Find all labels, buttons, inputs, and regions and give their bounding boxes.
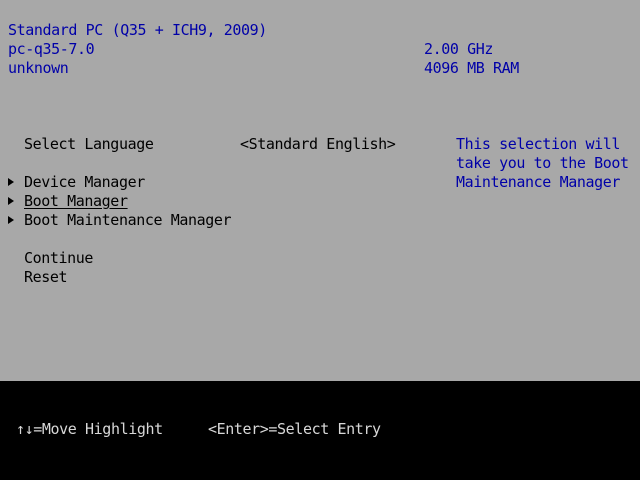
language-selector[interactable]: <Standard English> — [240, 135, 396, 154]
menu-item-label: Device Manager — [24, 173, 145, 191]
submenu-arrow-icon — [8, 216, 14, 224]
menu-item-label: Boot Maintenance Manager — [24, 211, 232, 229]
machine-type: pc-q35-7.0 — [8, 40, 95, 58]
reset-option[interactable]: Reset — [24, 268, 68, 287]
memory-size: 4096 MB RAM — [424, 59, 519, 77]
cpu-speed: 2.00 GHz — [424, 40, 494, 58]
key-hint-bar: ↑↓=Move Highlight <Enter>=Select Entry — [0, 381, 640, 480]
continue-option[interactable]: Continue — [24, 249, 93, 268]
select-entry-hint: <Enter>=Select Entry — [208, 420, 381, 438]
main-panel: Standard PC (Q35 + ICH9, 2009) pc-q35-7.… — [0, 0, 640, 381]
submenu-arrow-icon — [8, 197, 14, 205]
help-text-line: Maintenance Manager — [456, 173, 620, 191]
menu-item-label: Boot Manager — [24, 192, 128, 210]
platform-name: Standard PC (Q35 + ICH9, 2009) — [8, 21, 267, 39]
move-highlight-hint: ↑↓=Move Highlight — [16, 420, 163, 438]
bios-setup-screen: Standard PC (Q35 + ICH9, 2009) pc-q35-7.… — [0, 0, 640, 480]
help-text-line: take you to the Boot — [456, 154, 629, 172]
firmware-version: unknown — [8, 59, 69, 77]
select-language-label: Select Language — [24, 135, 154, 153]
help-text-line: This selection will — [456, 135, 620, 153]
submenu-arrow-icon — [8, 178, 14, 186]
